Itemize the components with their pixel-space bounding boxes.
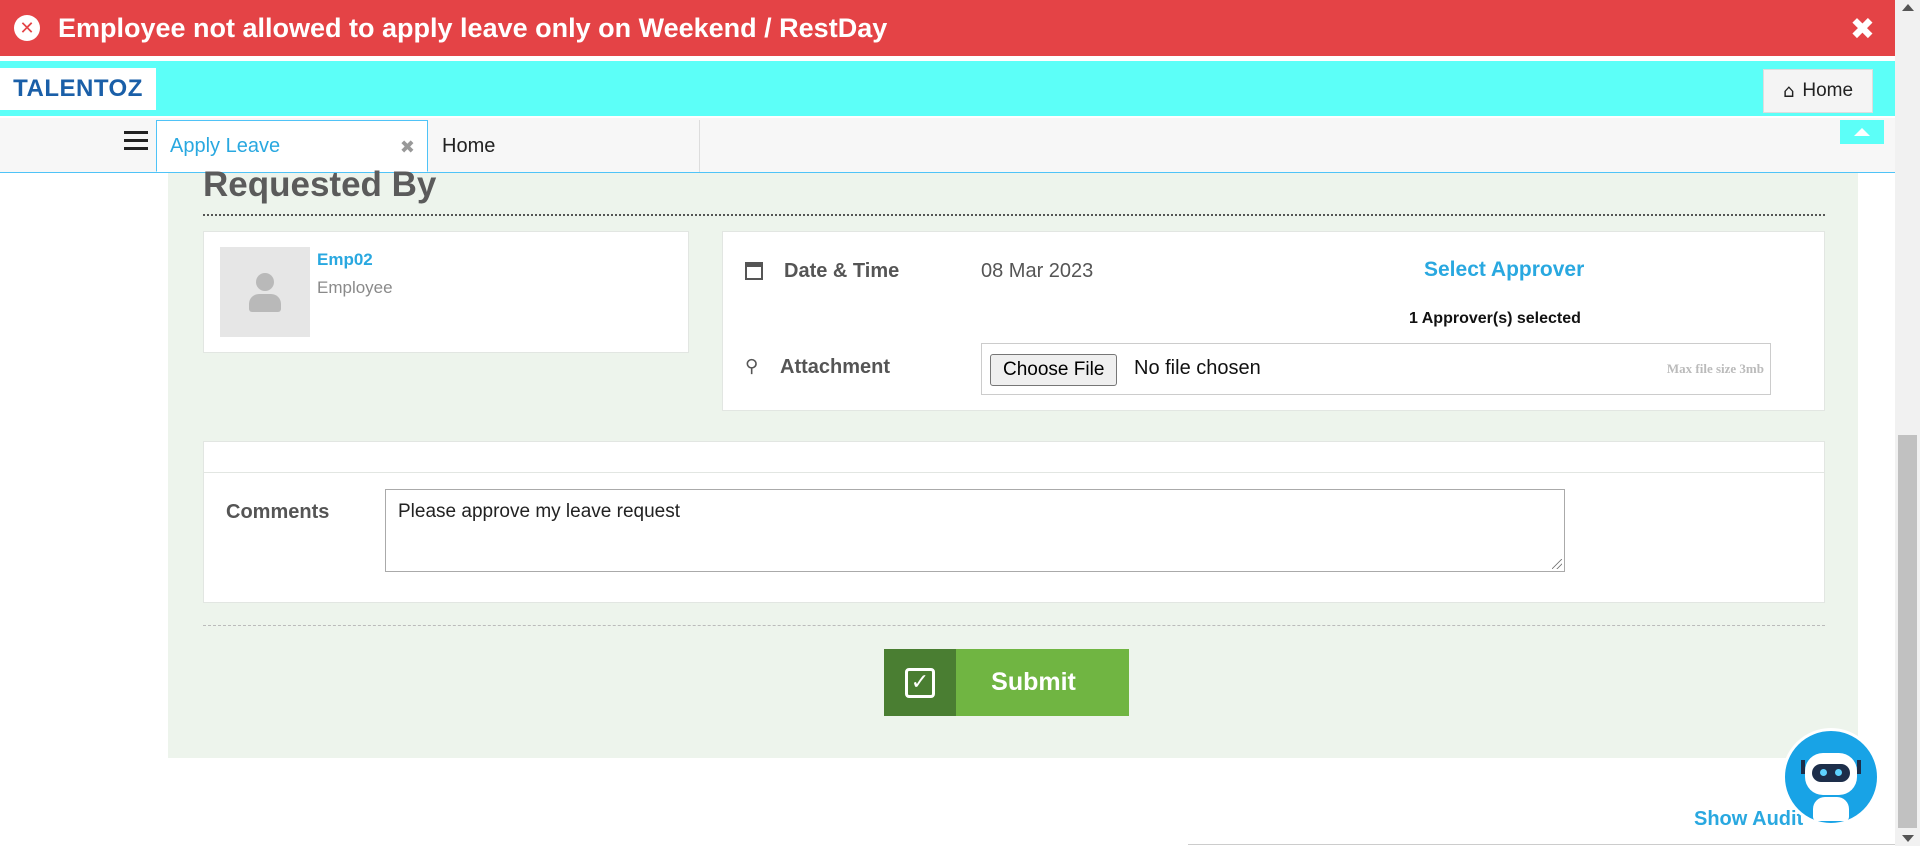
scroll-up-icon[interactable] <box>1902 4 1914 11</box>
chevron-up-icon <box>1854 128 1870 136</box>
tab-label: Apply Leave <box>170 134 281 157</box>
home-button[interactable]: ⌂ Home <box>1763 69 1873 113</box>
scroll-top-button[interactable] <box>1840 120 1884 144</box>
show-audit-link[interactable]: Show Audit <box>1694 808 1803 831</box>
approver-count: 1 Approver(s) selected <box>1409 310 1581 327</box>
select-approver-link[interactable]: Select Approver <box>1424 258 1584 282</box>
divider <box>203 214 1825 216</box>
close-icon[interactable]: ✖ <box>1850 12 1875 47</box>
comments-textarea[interactable]: Please approve my leave request <box>385 489 1565 572</box>
section-title: Requested By <box>203 165 437 204</box>
blank-row <box>203 441 1825 473</box>
home-icon: ⌂ <box>1782 80 1795 102</box>
hamburger-menu-icon[interactable] <box>124 131 148 153</box>
tab-close-icon[interactable]: ✖ <box>400 137 415 158</box>
top-header: TALENTOZ ⌂ Home <box>0 61 1895 116</box>
chatbot-icon[interactable] <box>1782 728 1880 826</box>
comments-text: Please approve my leave request <box>398 501 680 522</box>
scrollbar-thumb[interactable] <box>1898 435 1917 828</box>
submit-label: Submit <box>991 668 1076 696</box>
user-icon <box>256 273 274 291</box>
home-label: Home <box>1802 80 1854 101</box>
page-scrollbar[interactable] <box>1895 0 1920 846</box>
checkbox-check-icon: ✓ <box>905 667 935 698</box>
paperclip-icon: ⚲ <box>745 356 759 377</box>
error-icon: ✕ <box>14 15 40 41</box>
error-banner: ✕ Employee not allowed to apply leave on… <box>0 0 1895 56</box>
comments-card: Comments Please approve my leave request <box>203 473 1825 603</box>
file-input[interactable]: Choose File No file chosen Max file size… <box>981 343 1771 395</box>
resize-handle[interactable] <box>1552 559 1562 569</box>
talentoz-logo[interactable]: TALENTOZ <box>0 68 156 110</box>
scroll-down-icon[interactable] <box>1902 835 1914 842</box>
submit-button[interactable]: ✓ Submit <box>884 649 1129 716</box>
divider <box>1188 844 1895 845</box>
avatar <box>220 247 310 337</box>
date-value: 08 Mar 2023 <box>981 260 1094 282</box>
employee-role: Employee <box>317 278 393 297</box>
divider <box>203 625 1825 626</box>
tab-home[interactable]: Home <box>428 120 700 172</box>
employee-name[interactable]: Emp02 <box>317 250 373 270</box>
file-status: No file chosen <box>1134 357 1261 379</box>
date-label: Date & Time <box>784 260 900 282</box>
calendar-icon <box>745 262 763 280</box>
tab-label: Home <box>442 134 496 157</box>
details-card: Date & Time 08 Mar 2023 Select Approver … <box>722 231 1825 411</box>
max-file-size-hint: Max file size 3mb <box>1666 361 1764 376</box>
error-message: Employee not allowed to apply leave only… <box>58 12 888 43</box>
comments-label: Comments <box>226 501 330 523</box>
choose-file-button[interactable]: Choose File <box>990 354 1118 386</box>
employee-card: Emp02 Employee <box>203 231 689 353</box>
attachment-label: Attachment <box>780 356 891 378</box>
